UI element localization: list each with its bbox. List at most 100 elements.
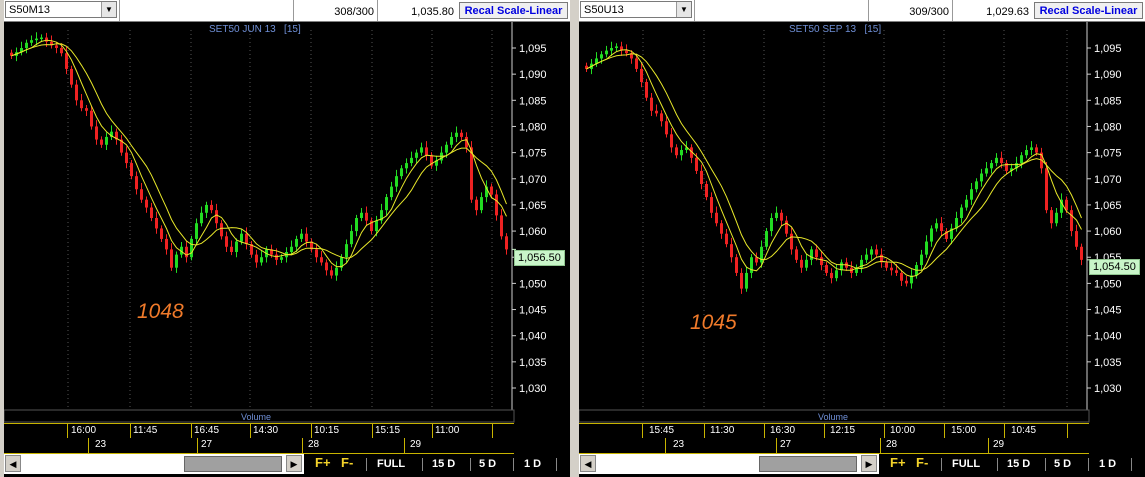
- candle-body: [875, 249, 878, 255]
- y-tick-label: 1,080: [519, 121, 547, 133]
- candle-body: [795, 249, 798, 260]
- candle-body: [325, 262, 328, 271]
- candle-body: [405, 163, 408, 169]
- candle-body: [210, 204, 213, 211]
- y-tick-label: 1,085: [1094, 95, 1122, 107]
- zoom-out-button[interactable]: F-: [916, 455, 928, 470]
- date-divider: [197, 438, 198, 453]
- time-divider: [704, 424, 705, 439]
- candle-body: [615, 46, 618, 48]
- horizontal-scrollbar[interactable]: ◀ ▶: [579, 454, 879, 474]
- candle-body: [635, 58, 638, 69]
- dip-annotation: 1048: [137, 300, 184, 323]
- candle-body: [300, 233, 303, 239]
- candle-body: [800, 259, 803, 268]
- y-tick-label: 1,060: [519, 226, 547, 238]
- candle-body: [650, 97, 653, 111]
- date-label: 29: [410, 439, 422, 450]
- candle-body: [255, 254, 258, 263]
- date-label: 28: [308, 439, 320, 450]
- candle-body: [125, 152, 128, 164]
- candle-body: [130, 163, 133, 177]
- candle-body: [355, 218, 358, 232]
- candle-body: [445, 144, 448, 153]
- scroll-left-icon[interactable]: ◀: [580, 455, 596, 472]
- date-axis: 23 27 28 29: [579, 438, 1089, 454]
- toolbar-divider: [1131, 458, 1132, 471]
- candle-body: [175, 254, 178, 268]
- y-tick-label: 1,035: [1094, 357, 1122, 369]
- candle-body: [135, 176, 138, 190]
- zoom-out-button[interactable]: F-: [341, 455, 353, 470]
- period-1d-button[interactable]: 1 D: [524, 458, 541, 470]
- price-chart[interactable]: 1,095 1,090 1,085 1,080 1,075 1,070 1,065 1,060…: [579, 0, 1145, 477]
- time-label: 16:00: [71, 425, 97, 436]
- y-tick-label: 1,030: [519, 383, 547, 395]
- candle-body: [835, 270, 838, 279]
- candle-body: [820, 257, 823, 266]
- date-label: 23: [673, 439, 685, 450]
- zoom-in-button[interactable]: F+: [890, 455, 906, 470]
- period-15d-button[interactable]: 15 D: [1007, 458, 1030, 470]
- toolbar-divider: [941, 458, 942, 471]
- toolbar-divider: [513, 458, 514, 471]
- chart-panel-left: S50M13 ▼ 308/300 1,035.80 Recal Scale-Li…: [4, 0, 570, 477]
- candle-body: [965, 199, 968, 208]
- candle-body: [610, 48, 613, 51]
- candle-body: [1020, 155, 1023, 164]
- scroll-right-icon[interactable]: ▶: [286, 455, 302, 472]
- period-15d-button[interactable]: 15 D: [432, 458, 455, 470]
- time-divider: [372, 424, 373, 439]
- candle-body: [150, 207, 153, 218]
- chart-panel-right: S50U13 ▼ 309/300 1,029.63 Recal Scale-Li…: [579, 0, 1145, 477]
- candle-body: [640, 68, 643, 82]
- date-divider: [665, 438, 666, 453]
- candle-body: [60, 48, 63, 54]
- candle-body: [825, 265, 828, 273]
- y-tick-label: 1,045: [1094, 305, 1122, 317]
- candle-body: [35, 38, 38, 41]
- candle-body: [765, 231, 768, 247]
- candle-body: [760, 246, 763, 263]
- candle-body: [330, 270, 333, 276]
- date-divider: [404, 438, 405, 453]
- time-divider: [492, 424, 493, 439]
- scroll-thumb[interactable]: [184, 456, 282, 472]
- candle-body: [655, 110, 658, 114]
- current-price-label: 1,054.50: [1089, 259, 1140, 275]
- horizontal-scrollbar[interactable]: ◀ ▶: [4, 454, 304, 474]
- date-label: 23: [95, 439, 107, 450]
- period-full-button[interactable]: FULL: [952, 458, 980, 470]
- candle-body: [100, 139, 103, 145]
- candle-body: [805, 259, 808, 268]
- volume-label: Volume: [241, 412, 272, 422]
- candle-body: [455, 132, 458, 137]
- zoom-in-button[interactable]: F+: [315, 455, 331, 470]
- candle-body: [680, 150, 683, 156]
- candle-body: [200, 212, 203, 224]
- period-full-button[interactable]: FULL: [377, 458, 405, 470]
- period-5d-button[interactable]: 5 D: [1054, 458, 1071, 470]
- candle-body: [190, 238, 193, 258]
- period-5d-button[interactable]: 5 D: [479, 458, 496, 470]
- scroll-right-icon[interactable]: ▶: [861, 455, 877, 472]
- candle-body: [865, 254, 868, 260]
- candle-body: [995, 157, 998, 164]
- candle-body: [205, 204, 208, 213]
- scroll-left-icon[interactable]: ◀: [5, 455, 21, 472]
- scroll-thumb[interactable]: [759, 456, 857, 472]
- candle-body: [675, 147, 678, 156]
- candle-body: [360, 212, 363, 218]
- candle-body: [105, 136, 108, 145]
- toolbar-divider: [997, 458, 998, 471]
- candle-body: [1030, 147, 1033, 150]
- candle-body: [990, 163, 993, 169]
- time-divider: [884, 424, 885, 439]
- candle-body: [905, 280, 908, 284]
- candle-body: [900, 272, 903, 281]
- candle-body: [30, 40, 33, 43]
- period-1d-button[interactable]: 1 D: [1099, 458, 1116, 470]
- candle-body: [790, 233, 793, 250]
- y-tick-label: 1,040: [519, 331, 547, 343]
- price-chart[interactable]: 1,095 1,090 1,085 1,080 1,075 1,070 1,065 1,060…: [4, 0, 570, 477]
